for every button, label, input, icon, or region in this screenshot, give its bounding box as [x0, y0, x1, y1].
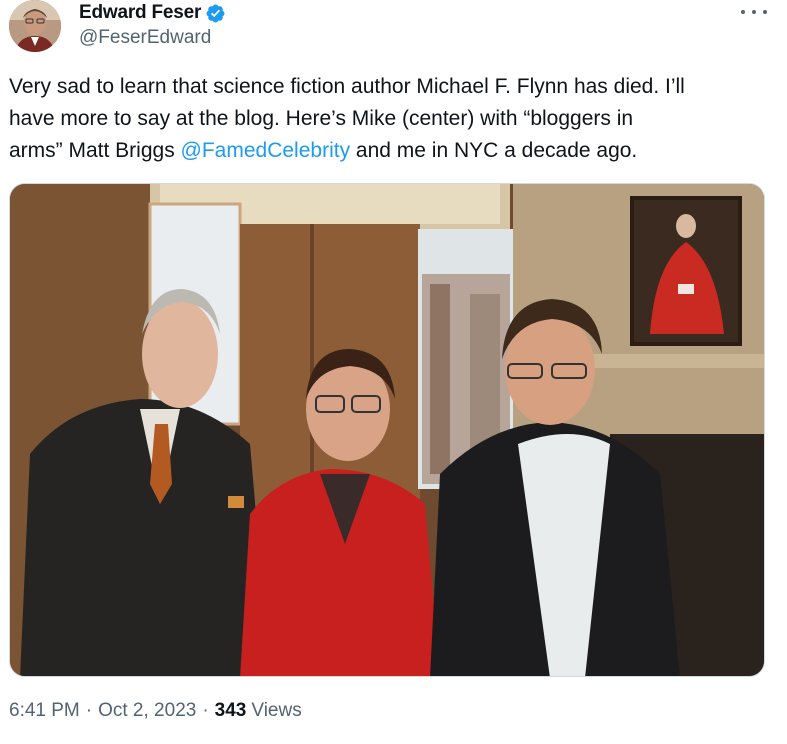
tweet-time[interactable]: 6:41 PM — [9, 700, 80, 722]
mention-link[interactable]: @FamedCelebrity — [181, 139, 351, 162]
verified-badge-icon[interactable] — [205, 3, 226, 24]
meta-separator: · — [85, 700, 93, 721]
name-row: Edward Feser — [79, 2, 226, 24]
views-label: Views — [251, 700, 302, 721]
handle[interactable]: @FeserEdward — [79, 27, 211, 49]
meta-separator: · — [202, 700, 209, 721]
tweet-date[interactable]: Oct 2, 2023 — [98, 700, 196, 722]
tweet-meta: 6:41 PM · Oct 2, 2023 · 343 Views — [9, 700, 302, 722]
tweet-header: Edward Feser @FeserEdward — [0, 0, 787, 60]
more-dot — [752, 10, 756, 14]
tweet-text-line: Very sad to learn that science fiction a… — [9, 75, 685, 98]
tweet-text-segment: and me in NYC a decade ago. — [350, 139, 638, 162]
tweet-text-segment: arms” Matt Briggs — [9, 139, 181, 162]
display-name[interactable]: Edward Feser — [79, 2, 201, 24]
avatar[interactable] — [9, 0, 61, 52]
tweet-text-line: arms” Matt Briggs @FamedCelebrity and me… — [9, 135, 774, 167]
more-dot — [763, 10, 767, 14]
tweet: Edward Feser @FeserEdward Very sad to le… — [0, 0, 787, 744]
tweet-photo[interactable] — [9, 183, 765, 677]
more-options-icon[interactable] — [741, 3, 767, 21]
more-dot — [741, 10, 745, 14]
tweet-text-line: have more to say at the blog. Here’s Mik… — [9, 107, 634, 130]
tweet-text: Very sad to learn that science fiction a… — [9, 71, 774, 167]
views-count: 343 — [214, 700, 247, 721]
